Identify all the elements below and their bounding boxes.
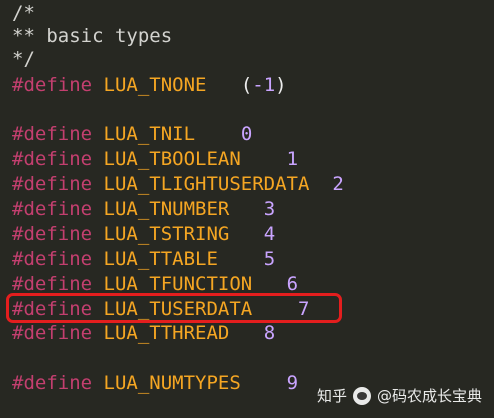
define-keyword: #define xyxy=(12,223,93,245)
macro-name: LUA_TLIGHTUSERDATA xyxy=(103,173,310,195)
macro-name: LUA_NUMTYPES xyxy=(103,372,241,394)
watermark-site: 知乎 xyxy=(316,387,347,405)
define-line-numtypes: #define LUA_NUMTYPES 9 xyxy=(12,372,298,395)
define-keyword: #define xyxy=(12,198,93,220)
define-line-ttable: #define LUA_TTABLE 5 xyxy=(12,248,275,271)
paren-close: ) xyxy=(275,74,287,96)
define-line-tboolean: #define LUA_TBOOLEAN 1 xyxy=(12,148,298,171)
macro-value: 2 xyxy=(332,173,344,195)
define-keyword: #define xyxy=(12,372,93,394)
macro-name: LUA_TFUNCTION xyxy=(103,273,253,295)
macro-value: 6 xyxy=(286,273,299,295)
macro-name: LUA_TTHREAD xyxy=(103,322,230,344)
define-keyword: #define xyxy=(12,273,93,295)
macro-name: LUA_TSTRING xyxy=(103,223,230,245)
macro-name: LUA_TNONE xyxy=(103,74,207,96)
define-line-tnil: #define LUA_TNIL 0 xyxy=(12,123,252,146)
macro-value: 1 xyxy=(286,148,299,170)
macro-name: LUA_TTABLE xyxy=(103,248,218,270)
macro-name: LUA_TNUMBER xyxy=(103,198,230,220)
define-keyword: #define xyxy=(12,148,93,170)
macro-name: LUA_TNIL xyxy=(103,123,196,145)
macro-value: 8 xyxy=(263,322,276,344)
define-line-tnone: #define LUA_TNONE (-1) xyxy=(12,74,287,97)
macro-value: 4 xyxy=(263,223,276,245)
define-keyword: #define xyxy=(12,322,93,344)
define-keyword: #define xyxy=(12,248,93,270)
wechat-bubble-icon xyxy=(352,387,371,405)
define-line-tthread: #define LUA_TTHREAD 8 xyxy=(12,322,275,345)
define-keyword: #define xyxy=(12,74,93,96)
define-keyword: #define xyxy=(12,173,93,195)
macro-value: 9 xyxy=(286,372,299,394)
macro-value: 3 xyxy=(263,198,276,220)
code-editor: /* ** basic types */ #define LUA_TNONE (… xyxy=(0,0,494,418)
watermark: 知乎 @码农成长宝典 xyxy=(317,384,482,408)
comment-close: */ xyxy=(12,48,35,70)
define-keyword: #define xyxy=(12,123,93,145)
comment-text: ** basic types xyxy=(12,25,173,47)
define-line-tstring: #define LUA_TSTRING 4 xyxy=(12,223,275,246)
define-line-tnumber: #define LUA_TNUMBER 3 xyxy=(12,198,275,221)
highlight-box xyxy=(6,293,342,323)
watermark-author: @码农成长宝典 xyxy=(376,387,482,405)
macro-value: -1 xyxy=(252,74,276,96)
macro-name: LUA_TBOOLEAN xyxy=(103,148,241,170)
paren-open: ( xyxy=(240,74,253,96)
macro-value: 0 xyxy=(240,123,253,145)
define-line-tlightuserdata: #define LUA_TLIGHTUSERDATA 2 xyxy=(12,173,344,196)
comment-open: /* xyxy=(12,2,35,24)
macro-value: 5 xyxy=(263,248,276,270)
